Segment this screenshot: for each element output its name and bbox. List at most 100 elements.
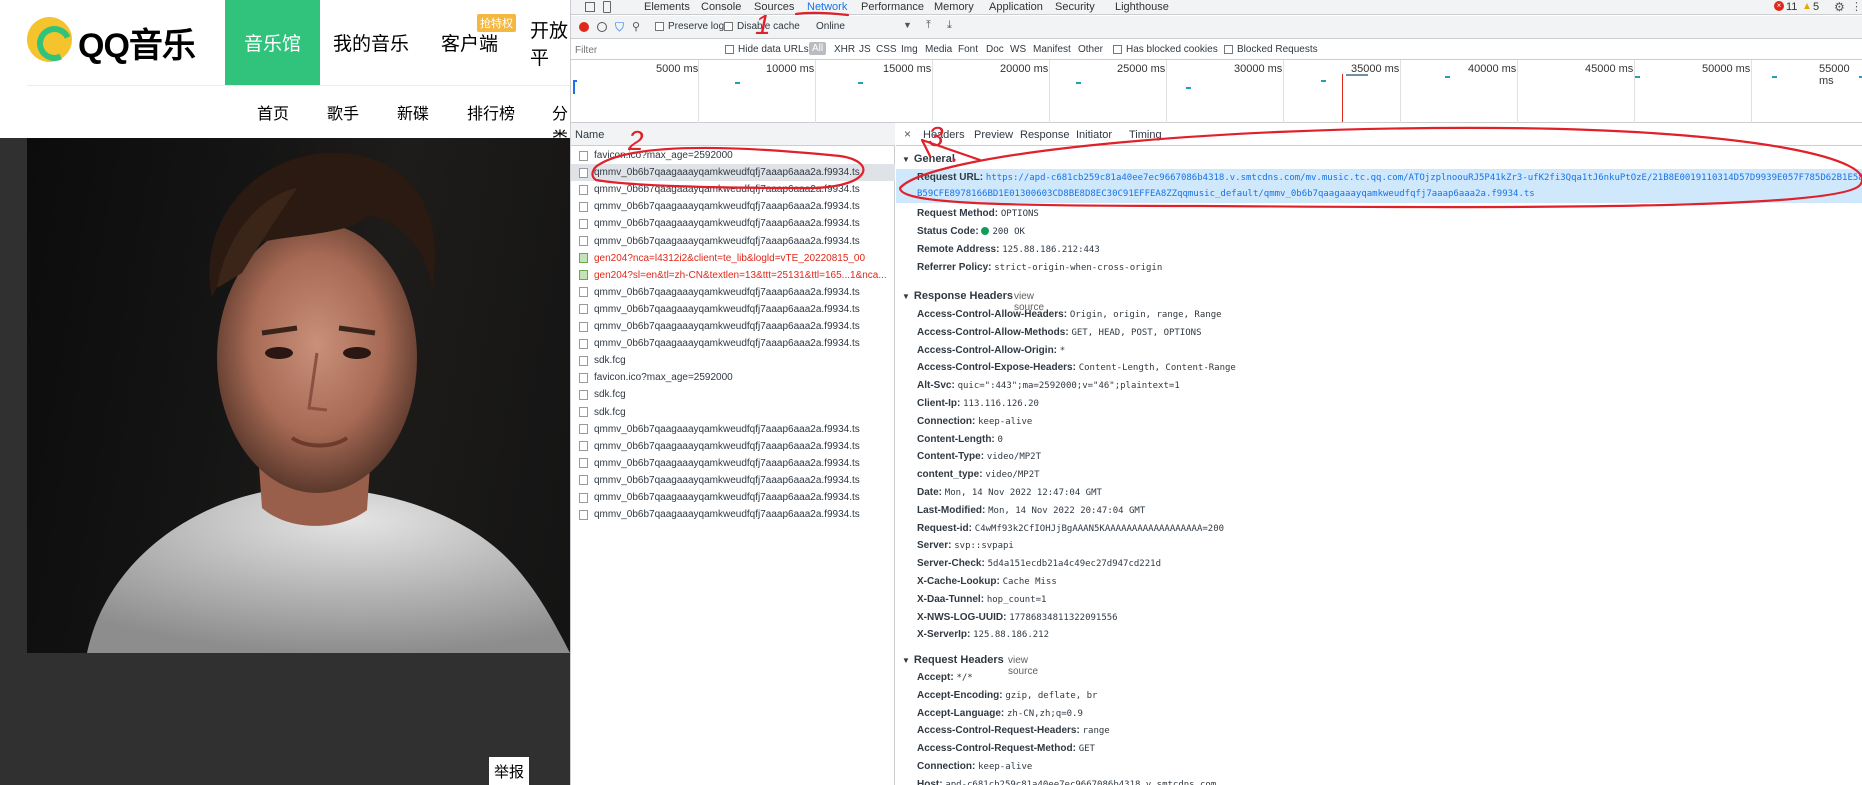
tab-performance[interactable]: Performance: [861, 1, 924, 13]
tab-console[interactable]: Console: [701, 1, 741, 13]
type-filter-font[interactable]: Font: [958, 44, 978, 55]
header-value[interactable]: video/MP2T: [987, 452, 1041, 462]
nav-item-my-music[interactable]: 我的音乐: [333, 0, 409, 85]
request-row[interactable]: favicon.ico?max_age=2592000: [571, 147, 895, 164]
name-column-header[interactable]: Name: [575, 129, 604, 141]
tab-response[interactable]: Response: [1020, 129, 1070, 141]
record-icon[interactable]: [579, 22, 589, 32]
request-url-value[interactable]: https://apd-c681cb259c81a40ee7ec9667086b…: [986, 173, 1862, 183]
type-filter-all[interactable]: All: [809, 42, 827, 55]
warning-count[interactable]: 5: [1813, 1, 1819, 13]
header-value[interactable]: 113.116.126.20: [963, 399, 1039, 409]
disable-cache-checkbox[interactable]: [724, 22, 733, 31]
request-row[interactable]: gen204?nca=l4312i2&client=te_lib&logld=v…: [571, 250, 895, 267]
more-options-icon[interactable]: ⋮: [1851, 0, 1862, 13]
type-filter-img[interactable]: Img: [901, 44, 918, 55]
header-value[interactable]: GET: [1079, 744, 1095, 754]
header-value[interactable]: keep-alive: [978, 417, 1032, 427]
subnav-singer[interactable]: 歌手: [327, 100, 359, 124]
request-row[interactable]: qmmv_0b6b7qaagaaayqamkweudfqfj7aaap6aaa2…: [571, 489, 895, 506]
header-value[interactable]: range: [1083, 726, 1110, 736]
close-icon[interactable]: ×: [904, 127, 911, 141]
header-value[interactable]: GET, HEAD, POST, OPTIONS: [1071, 328, 1201, 338]
type-filter-other[interactable]: Other: [1078, 44, 1103, 55]
request-url-value-continued[interactable]: B59CFE8978166BD1E01300603CD8BE8D8EC30C91…: [917, 189, 1535, 199]
tab-lighthouse[interactable]: Lighthouse: [1115, 1, 1169, 13]
inspect-element-icon[interactable]: [585, 2, 595, 12]
type-filter-js[interactable]: JS: [859, 44, 871, 55]
general-section-header[interactable]: ▼ General: [902, 153, 955, 165]
filter-input[interactable]: [575, 43, 705, 57]
nav-item-music-hall[interactable]: 音乐馆: [225, 0, 320, 85]
error-count[interactable]: 11: [1786, 1, 1797, 13]
header-value[interactable]: svp::svpapi: [954, 541, 1014, 551]
throttling-select[interactable]: Online: [816, 21, 845, 32]
network-overview-timeline[interactable]: 5000 ms 10000 ms 15000 ms 20000 ms 25000…: [571, 60, 1862, 123]
request-row[interactable]: favicon.ico?max_age=2592000: [571, 369, 895, 386]
type-filter-xhr[interactable]: XHR: [834, 44, 855, 55]
request-row[interactable]: qmmv_0b6b7qaagaaayqamkweudfqfj7aaap6aaa2…: [571, 198, 895, 215]
tab-initiator[interactable]: Initiator: [1076, 129, 1112, 141]
request-headers-section-header[interactable]: ▼ Request Headers view source: [902, 654, 1038, 677]
request-row[interactable]: qmmv_0b6b7qaagaaayqamkweudfqfj7aaap6aaa2…: [571, 472, 895, 489]
qq-music-logo-icon[interactable]: [27, 17, 72, 62]
tab-timing[interactable]: Timing: [1129, 129, 1162, 141]
request-row[interactable]: sdk.fcg: [571, 404, 895, 421]
response-headers-section-header[interactable]: ▼ Response Headers view source: [902, 290, 1044, 313]
request-row[interactable]: qmmv_0b6b7qaagaaayqamkweudfqfj7aaap6aaa2…: [571, 181, 895, 198]
import-har-icon[interactable]: ⤒: [926, 19, 931, 32]
search-icon[interactable]: ⚲: [632, 20, 640, 33]
blocked-requests-checkbox[interactable]: [1224, 45, 1233, 54]
tab-memory[interactable]: Memory: [934, 1, 974, 13]
request-row[interactable]: sdk.fcg: [571, 352, 895, 369]
tab-security[interactable]: Security: [1055, 1, 1095, 13]
report-button[interactable]: 举报: [489, 757, 529, 785]
subnav-charts[interactable]: 排行榜: [467, 100, 515, 124]
tab-preview[interactable]: Preview: [974, 129, 1013, 141]
header-value[interactable]: 200 OK: [992, 227, 1025, 237]
chevron-down-icon[interactable]: ▼: [903, 20, 912, 30]
type-filter-doc[interactable]: Doc: [986, 44, 1004, 55]
request-row[interactable]: qmmv_0b6b7qaagaaayqamkweudfqfj7aaap6aaa2…: [571, 438, 895, 455]
error-icon[interactable]: ×: [1774, 1, 1784, 11]
preserve-log-checkbox[interactable]: [655, 22, 664, 31]
request-row[interactable]: qmmv_0b6b7qaagaaayqamkweudfqfj7aaap6aaa2…: [571, 455, 895, 472]
tab-sources[interactable]: Sources: [754, 1, 794, 13]
header-value[interactable]: C4wMf93k2CfIOHJjBgAAAN5KAAAAAAAAAAAAAAAA…: [975, 524, 1224, 534]
tab-network[interactable]: Network: [807, 1, 847, 13]
request-list-header[interactable]: Name: [571, 123, 895, 146]
nav-item-client[interactable]: 客户端: [441, 0, 498, 85]
header-value[interactable]: apd-c681cb259c81a40ee7ec9667086b4318.v.s…: [945, 780, 1216, 785]
tab-headers[interactable]: Headers: [923, 129, 965, 141]
export-har-icon[interactable]: ⤓: [947, 19, 952, 32]
request-row[interactable]: qmmv_0b6b7qaagaaayqamkweudfqfj7aaap6aaa2…: [571, 215, 895, 232]
header-value[interactable]: gzip, deflate, br: [1005, 691, 1097, 701]
view-source-link[interactable]: view source: [1008, 655, 1038, 677]
type-filter-manifest[interactable]: Manifest: [1033, 44, 1071, 55]
header-value[interactable]: 17786834811322091556: [1009, 613, 1117, 623]
hide-data-urls-checkbox[interactable]: [725, 45, 734, 54]
header-value[interactable]: hop_count=1: [987, 595, 1047, 605]
header-value[interactable]: 125.88.186.212: [973, 630, 1049, 640]
tab-application[interactable]: Application: [989, 1, 1043, 13]
header-value[interactable]: strict-origin-when-cross-origin: [994, 263, 1162, 273]
type-filter-css[interactable]: CSS: [876, 44, 897, 55]
header-value[interactable]: 5d4a151ecdb21a4c49ec27d947cd221d: [988, 559, 1161, 569]
type-filter-media[interactable]: Media: [925, 44, 952, 55]
header-value[interactable]: *: [1060, 346, 1065, 356]
tab-elements[interactable]: Elements: [644, 1, 690, 13]
request-row[interactable]: qmmv_0b6b7qaagaaayqamkweudfqfj7aaap6aaa2…: [571, 421, 895, 438]
logo-text[interactable]: QQ音乐: [78, 18, 196, 67]
device-toolbar-icon[interactable]: [603, 1, 611, 13]
nav-item-open-platform[interactable]: 开放平: [530, 0, 570, 85]
has-blocked-cookies-checkbox[interactable]: [1113, 45, 1122, 54]
subnav-home[interactable]: 首页: [257, 100, 289, 124]
header-value[interactable]: keep-alive: [978, 762, 1032, 772]
header-value[interactable]: quic=":443";ma=2592000;v="46";plaintext=…: [958, 381, 1180, 391]
request-row[interactable]: qmmv_0b6b7qaagaaayqamkweudfqfj7aaap6aaa2…: [571, 318, 895, 335]
request-row[interactable]: qmmv_0b6b7qaagaaayqamkweudfqfj7aaap6aaa2…: [571, 335, 895, 352]
request-row[interactable]: qmmv_0b6b7qaagaaayqamkweudfqfj7aaap6aaa2…: [571, 284, 895, 301]
header-value[interactable]: OPTIONS: [1001, 209, 1039, 219]
mv-video-player[interactable]: [27, 138, 570, 653]
request-row[interactable]: qmmv_0b6b7qaagaaayqamkweudfqfj7aaap6aaa2…: [571, 301, 895, 318]
